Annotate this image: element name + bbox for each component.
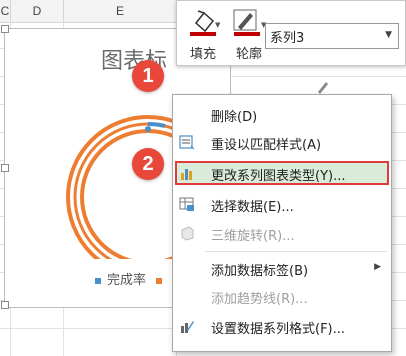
reset-style-icon [179, 135, 195, 150]
fill-label: 填充 [189, 47, 216, 62]
legend-label: 完成率 [107, 273, 147, 288]
menu-item-label: 重设以匹配样式(A) [211, 138, 322, 153]
menu-item-delete[interactable]: 删除(D) [173, 101, 391, 127]
fill-bucket-icon [190, 10, 216, 36]
chevron-down-icon[interactable]: ▼ [215, 21, 220, 29]
series-select-value: 系列3 [270, 31, 305, 46]
step-badge-1: 1 [132, 60, 164, 92]
menu-item-format-data-series[interactable]: 设置数据系列格式(F)... [173, 313, 391, 339]
menu-item-label: 选择数据(E)... [211, 200, 294, 215]
select-data-icon [179, 197, 194, 211]
menu-separator [205, 251, 387, 252]
pen-outline-icon [233, 9, 260, 36]
menu-item-3d-rotation[interactable]: 三维旋转(R)... [173, 220, 391, 246]
step-badge-2: 2 [132, 148, 164, 180]
legend-swatch-blue [95, 277, 101, 284]
legend-swatch-orange [156, 277, 163, 284]
submenu-arrow-icon: ▶ [374, 262, 381, 272]
menu-item-add-trendline[interactable]: 添加趋势线(R)... [173, 283, 391, 309]
ring-blue-dot [145, 126, 151, 132]
menu-item-label: 设置数据系列格式(F)... [211, 322, 346, 337]
menu-item-label: 添加趋势线(R)... [211, 292, 308, 307]
series-select[interactable]: 系列3 ▼ [265, 23, 399, 49]
outline-label: 轮廓 [235, 47, 262, 62]
menu-item-add-data-labels[interactable]: 添加数据标签(B) ▶ [173, 255, 391, 281]
column-header-e[interactable]: E [64, 0, 177, 23]
menu-item-reset-style[interactable]: 重设以匹配样式(A) [173, 129, 391, 155]
chart-type-icon [181, 169, 192, 180]
3d-rotate-icon [181, 226, 194, 241]
context-menu: 删除(D) 重设以匹配样式(A) 更改系列图表类型(Y)... 选择数据(E).… [172, 94, 392, 352]
format-series-icon [181, 321, 194, 333]
ring-blue-arc [147, 121, 166, 128]
menu-item-select-data[interactable]: 选择数据(E)... [173, 191, 391, 217]
column-header-d[interactable]: D [11, 0, 64, 23]
menu-item-change-chart-type[interactable]: 更改系列图表类型(Y)... [173, 160, 391, 186]
menu-item-label: 添加数据标签(B) [211, 264, 309, 279]
resize-handle[interactable] [1, 301, 9, 309]
menu-item-label: 更改系列图表类型(Y)... [211, 169, 346, 184]
menu-item-label: 三维旋转(R)... [211, 229, 295, 244]
format-mini-toolbar: ▼ 填充 ▼ 轮廓 系列3 ▼ [176, 0, 406, 66]
column-header-c[interactable]: C [0, 0, 11, 23]
outline-button[interactable]: ▼ 轮廓 [229, 7, 269, 62]
menu-item-label: 删除(D) [211, 110, 258, 125]
fill-button[interactable]: ▼ 填充 [183, 7, 223, 62]
chart-legend: 完成率 [95, 269, 163, 288]
chevron-down-icon[interactable]: ▼ [385, 30, 392, 40]
